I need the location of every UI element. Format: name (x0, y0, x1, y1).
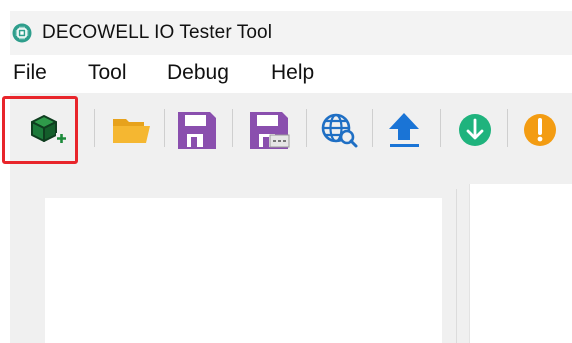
menu-tool[interactable]: Tool (88, 61, 127, 85)
toolbar-separator (507, 109, 508, 147)
save-as-button[interactable] (246, 107, 292, 153)
download-button[interactable] (455, 107, 501, 153)
upload-button[interactable] (383, 107, 429, 153)
open-button[interactable] (109, 107, 155, 153)
new-project-highlight (2, 96, 78, 164)
app-window: DECOWELL IO Tester Tool File Tool Debug … (10, 11, 572, 343)
menu-bar: File Tool Debug Help (10, 55, 572, 93)
toolbar-separator (164, 109, 165, 147)
toolbar-separator (306, 109, 307, 147)
right-panel (469, 184, 572, 343)
toolbar-separator (372, 109, 373, 147)
toolbar-separator (232, 109, 233, 147)
title-bar: DECOWELL IO Tester Tool (10, 11, 572, 55)
network-search-icon (321, 113, 358, 148)
download-icon (459, 114, 491, 146)
chip-icon (12, 23, 32, 43)
menu-file[interactable]: File (13, 61, 47, 85)
menu-debug[interactable]: Debug (167, 61, 229, 85)
panel-splitter[interactable] (456, 189, 457, 343)
warning-button[interactable] (517, 107, 563, 153)
toolbar (10, 93, 572, 167)
toolbar-separator (440, 109, 441, 147)
main-content (10, 167, 572, 343)
window-title: DECOWELL IO Tester Tool (42, 22, 273, 43)
left-panel (45, 198, 442, 343)
toolbar-separator (94, 109, 95, 147)
upload-icon (389, 113, 419, 147)
menu-help[interactable]: Help (271, 61, 314, 85)
save-as-icon (250, 112, 290, 149)
save-icon (178, 112, 216, 149)
save-button[interactable] (174, 107, 220, 153)
warning-icon (524, 114, 556, 146)
open-folder-icon (113, 119, 150, 143)
network-search-button[interactable] (316, 107, 362, 153)
